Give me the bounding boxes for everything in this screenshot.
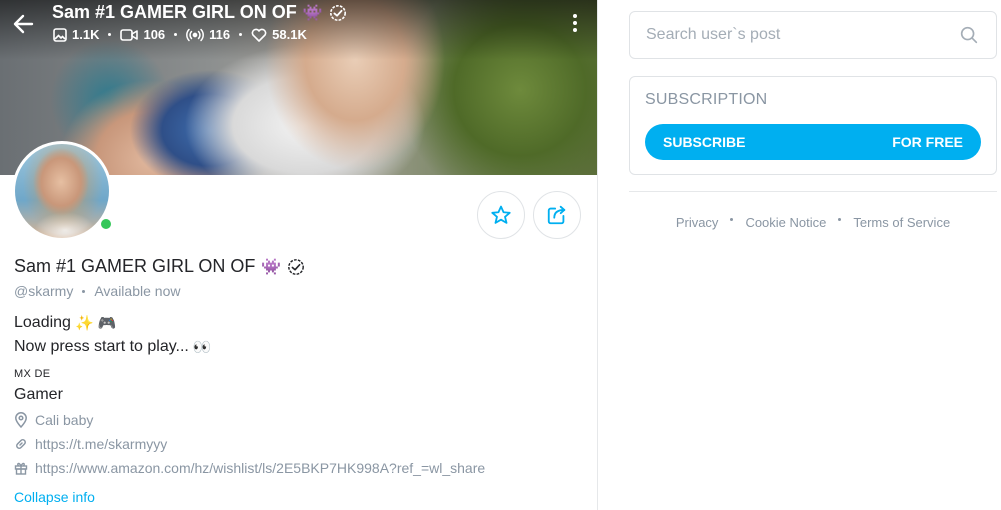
cover-stats: 1.1K 106 116 58.1K <box>53 27 307 42</box>
location-text: Cali baby <box>35 412 94 428</box>
profile-handle[interactable]: @skarmy <box>14 283 73 299</box>
bio-line-1: Loading ✨ 🎮 <box>14 314 116 332</box>
link-icon <box>16 439 26 449</box>
wishlist-link[interactable]: https://www.amazon.com/hz/wishlist/ls/2E… <box>35 460 485 476</box>
videos-count: 106 <box>143 27 166 42</box>
search-icon[interactable] <box>958 24 980 46</box>
more-options-button[interactable] <box>565 10 585 36</box>
alien-emoji-icon: 👾 <box>261 258 282 276</box>
profile-name-row: Sam #1 GAMER GIRL ON OF 👾 <box>14 256 305 277</box>
bio-line-3: Gamer <box>14 386 63 404</box>
video-camera-icon <box>120 28 139 41</box>
more-dot <box>573 14 577 18</box>
profile-column: Sam #1 GAMER GIRL ON OF 👾 1.1K 106 116 5… <box>0 0 598 510</box>
location-pin-icon <box>15 412 27 428</box>
stat-separator <box>174 33 178 36</box>
profile-sub-row: @skarmy Available now <box>14 283 180 299</box>
alien-emoji-icon: 👾 <box>302 4 323 22</box>
right-divider <box>629 191 997 192</box>
subscription-title: SUBSCRIPTION <box>645 91 768 108</box>
subscribe-button[interactable]: SUBSCRIBE FOR FREE <box>645 124 981 160</box>
share-icon <box>547 205 566 225</box>
eyes-emoji-icon: 👀 <box>192 339 212 356</box>
image-icon <box>53 27 67 42</box>
stat-likes[interactable]: 58.1K <box>251 27 307 42</box>
stat-separator <box>239 33 243 36</box>
avatar[interactable] <box>15 144 109 238</box>
wishlist-row: https://www.amazon.com/hz/wishlist/ls/2E… <box>14 460 485 476</box>
arrow-left-icon <box>13 14 34 34</box>
stat-streams[interactable]: 116 <box>186 27 230 42</box>
privacy-link[interactable]: Privacy <box>676 215 719 230</box>
link-row: https://t.me/skarmyyy <box>14 436 167 452</box>
online-status-dot <box>98 216 114 232</box>
bio-line-1-text: Loading <box>14 314 71 331</box>
bio-line-2-text: Now press start to play... <box>14 338 189 355</box>
sub-separator <box>82 289 86 293</box>
stat-photos[interactable]: 1.1K <box>53 27 99 42</box>
stat-separator <box>108 33 112 36</box>
heart-icon <box>251 28 267 42</box>
verified-badge-icon <box>288 258 305 275</box>
subscribe-price: FOR FREE <box>892 134 963 150</box>
likes-count: 58.1K <box>272 27 307 42</box>
bio-line-3-text: Gamer <box>14 386 63 403</box>
bio-tag: MX DE <box>14 368 51 380</box>
more-dot <box>573 28 577 32</box>
add-to-favorites-button[interactable] <box>477 191 525 239</box>
more-dot <box>573 21 577 25</box>
cover-title-row: Sam #1 GAMER GIRL ON OF 👾 <box>52 2 347 23</box>
gift-icon <box>14 462 28 475</box>
post-search-box[interactable] <box>629 11 997 59</box>
collapse-info-link[interactable]: Collapse info <box>14 489 95 505</box>
footer-separator <box>838 218 842 221</box>
terms-of-service-link[interactable]: Terms of Service <box>853 215 950 230</box>
game-controller-emoji-icon: 🎮 <box>97 315 117 332</box>
telegram-link[interactable]: https://t.me/skarmyyy <box>35 436 167 452</box>
subscription-card: SUBSCRIPTION SUBSCRIBE FOR FREE <box>629 76 997 175</box>
cover-title: Sam #1 GAMER GIRL ON OF <box>52 2 297 22</box>
back-button[interactable] <box>10 10 38 38</box>
availability-status: Available now <box>94 283 181 299</box>
footer-links: Privacy Cookie Notice Terms of Service <box>629 215 997 230</box>
stat-videos[interactable]: 106 <box>120 27 165 42</box>
location-row: Cali baby <box>14 412 93 428</box>
subscribe-label: SUBSCRIBE <box>663 134 746 150</box>
verified-badge-icon <box>329 4 346 21</box>
search-input[interactable] <box>646 26 958 44</box>
sparkles-emoji-icon: ✨ <box>74 315 94 332</box>
photos-count: 1.1K <box>72 27 100 42</box>
star-icon <box>491 205 511 224</box>
footer-separator <box>730 218 734 221</box>
bio-line-2: Now press start to play... 👀 <box>14 338 212 356</box>
avatar-wrapper[interactable] <box>12 141 114 241</box>
broadcast-icon <box>186 28 205 41</box>
cookie-notice-link[interactable]: Cookie Notice <box>745 215 826 230</box>
share-button[interactable] <box>533 191 581 239</box>
streams-count: 116 <box>209 27 231 42</box>
profile-name: Sam #1 GAMER GIRL ON OF <box>14 256 256 276</box>
